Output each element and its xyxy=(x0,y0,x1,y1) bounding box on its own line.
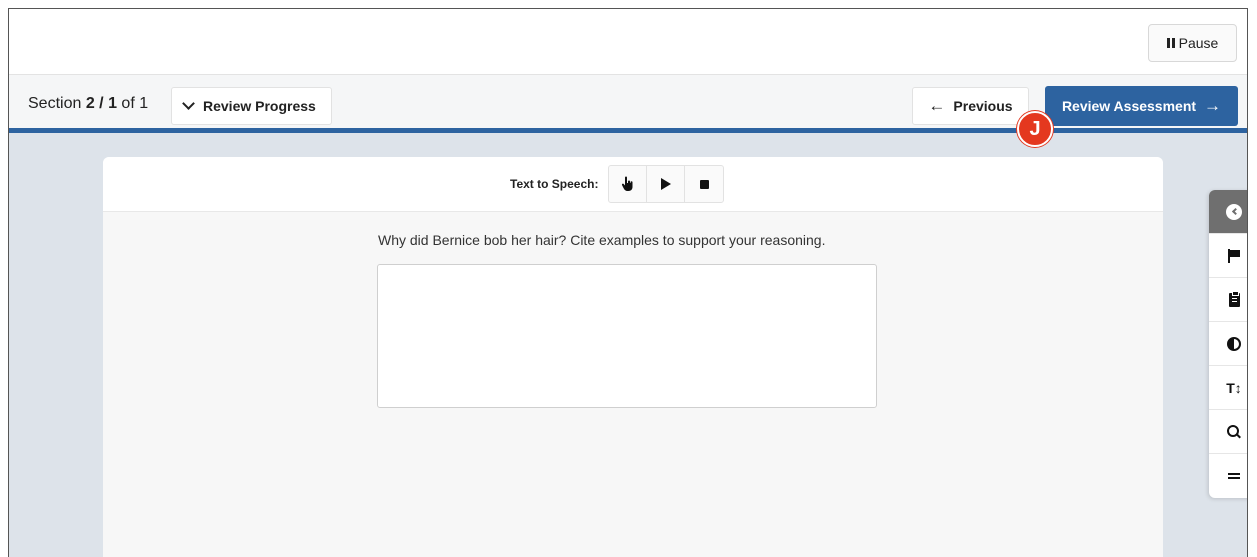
text-size-tool-button[interactable]: T↕ xyxy=(1209,366,1247,410)
collapse-tools-button[interactable] xyxy=(1209,190,1247,234)
notepad-tool-button[interactable] xyxy=(1209,278,1247,322)
previous-label: Previous xyxy=(953,98,1013,114)
tts-play-button[interactable] xyxy=(647,166,685,202)
stop-icon xyxy=(699,179,709,189)
play-icon xyxy=(660,178,671,190)
question-card: Text to Speech: Why did Bernice bob her … xyxy=(103,157,1163,557)
flag-tool-button[interactable] xyxy=(1209,234,1247,278)
previous-button[interactable]: ← Previous xyxy=(912,87,1029,125)
chevron-down-icon xyxy=(182,97,195,110)
review-progress-label: Review Progress xyxy=(203,98,316,114)
pause-button[interactable]: Pause xyxy=(1148,24,1237,62)
arrow-right-icon: → xyxy=(1204,96,1222,115)
tts-stop-button[interactable] xyxy=(685,166,723,202)
collapse-icon xyxy=(1226,203,1242,220)
tts-pointer-button[interactable] xyxy=(609,166,647,202)
contrast-icon xyxy=(1227,336,1241,351)
text-to-speech-bar: Text to Speech: xyxy=(103,157,1163,212)
answer-textarea[interactable] xyxy=(377,264,877,408)
question-text: Why did Bernice bob her hair? Cite examp… xyxy=(378,232,826,248)
search-icon xyxy=(1227,424,1241,439)
magnifier-tool-button[interactable] xyxy=(1209,410,1247,454)
top-bar: Pause xyxy=(9,9,1247,75)
navigation-bar: Section 2 / 1 of 1 Review Progress ← Pre… xyxy=(9,75,1247,133)
review-progress-button[interactable]: Review Progress xyxy=(171,87,332,125)
app-frame: Pause Section 2 / 1 of 1 Review Progress… xyxy=(8,8,1248,557)
review-assessment-button[interactable]: Review Assessment → xyxy=(1045,86,1238,126)
tools-sidebar: T↕ xyxy=(1209,190,1247,498)
callout-badge: J xyxy=(1017,111,1053,147)
review-assessment-label: Review Assessment xyxy=(1061,98,1197,114)
text-to-speech-controls xyxy=(608,165,724,203)
line-guide-icon xyxy=(1228,473,1240,479)
line-guide-tool-button[interactable] xyxy=(1209,454,1247,498)
text-size-icon: T↕ xyxy=(1226,379,1242,396)
pointer-icon xyxy=(621,176,632,191)
section-indicator: Section 2 / 1 of 1 xyxy=(28,95,149,112)
pause-label: Pause xyxy=(1178,35,1219,51)
text-to-speech-label: Text to Speech: xyxy=(510,177,599,191)
clipboard-icon xyxy=(1228,290,1240,307)
contrast-tool-button[interactable] xyxy=(1209,322,1247,366)
flag-icon xyxy=(1228,248,1240,263)
arrow-left-icon: ← xyxy=(928,96,946,115)
pause-icon xyxy=(1166,38,1175,48)
